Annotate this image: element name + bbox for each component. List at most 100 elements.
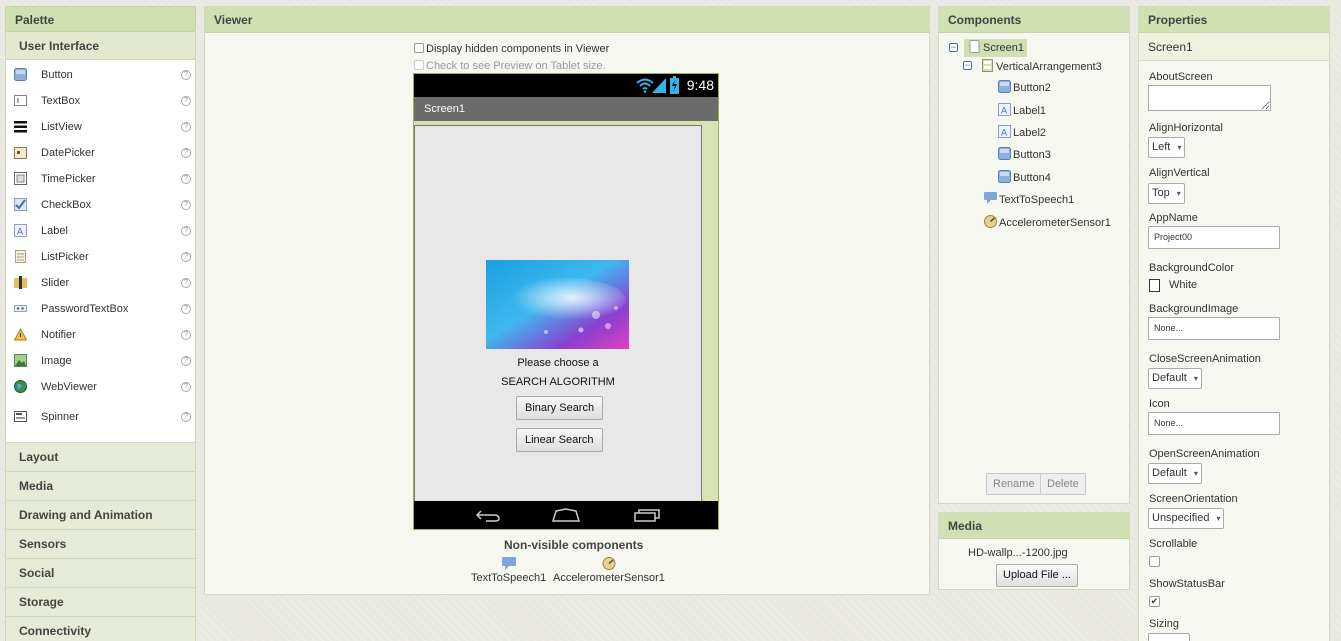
tree-label: Label1 [1013,105,1047,117]
showstatusbar-checkbox[interactable]: ✔ [1149,596,1160,607]
nonvisible-accelerometer[interactable]: AccelerometerSensor1 [553,557,665,584]
display-hidden-checkbox[interactable] [414,43,424,53]
palette-item-listview[interactable]: ListView ? [6,114,195,140]
button-icon [998,170,1011,183]
color-swatch[interactable] [1149,279,1160,292]
prop-label-icon: Icon [1149,398,1170,410]
components-panel: Components − Screen1 − VerticalArrangeme… [938,6,1130,504]
textbox-icon [14,95,27,106]
category-storage[interactable]: Storage [5,588,196,617]
closescreenanimation-select[interactable]: Default [1148,368,1202,389]
prop-label-alignhorizontal: AlignHorizontal [1149,122,1223,134]
help-icon[interactable]: ? [181,252,191,262]
status-time: 9:48 [686,77,714,93]
wallpaper-image[interactable] [486,260,629,349]
help-icon[interactable]: ? [181,174,191,184]
binary-search-button[interactable]: Binary Search [516,396,604,420]
tablet-preview-checkbox[interactable] [414,60,424,70]
category-layout[interactable]: Layout [5,443,196,472]
vertical-arrangement-icon [982,59,993,72]
tree-item-button2[interactable]: Button2 [998,79,1051,97]
help-icon[interactable]: ? [181,200,191,210]
help-icon[interactable]: ? [181,304,191,314]
tree-item-screen1[interactable]: Screen1 [964,39,1027,57]
home-icon [552,508,580,522]
passwordtextbox-icon [14,305,27,312]
tree-label: Button4 [1013,172,1051,184]
help-icon[interactable]: ? [181,122,191,132]
tree-label: Label2 [1013,127,1047,139]
category-connectivity[interactable]: Connectivity [5,617,196,641]
alignhorizontal-select[interactable]: Left [1148,137,1186,158]
display-hidden-label: Display hidden components in Viewer [426,43,610,55]
slider-icon [14,276,27,289]
signal-icon [652,78,666,93]
tree-item-texttospeech1[interactable]: TextToSpeech1 [984,191,1074,209]
tree-item-verticalarrangement3[interactable]: VerticalArrangement3 [981,58,1102,76]
category-sensors[interactable]: Sensors [5,530,196,559]
palette-item-label: TimePicker [41,173,96,185]
openscreenanimation-select[interactable]: Default [1148,463,1202,484]
screenorientation-select[interactable]: Unspecified [1148,508,1225,529]
display-hidden-option[interactable]: Display hidden components in Viewer [414,43,609,55]
screen-canvas[interactable]: Please choose a SEARCH ALGORITHM Binary … [414,125,702,502]
help-icon[interactable]: ? [181,382,191,392]
category-social[interactable]: Social [5,559,196,588]
tablet-preview-option[interactable]: Check to see Preview on Tablet size. [414,60,606,72]
tree-item-button4[interactable]: Button4 [998,169,1051,187]
palette-item-label[interactable]: A Label ? [6,218,195,244]
rename-button[interactable]: Rename [986,473,1042,495]
palette-item-checkbox[interactable]: CheckBox ? [6,192,195,218]
palette-item-label: Slider [41,277,70,289]
help-icon[interactable]: ? [181,278,191,288]
palette-item-image[interactable]: Image ? [6,348,195,374]
properties-title: Properties [1139,7,1329,33]
palette-item-timepicker[interactable]: TimePicker ? [6,166,195,192]
alignvertical-select[interactable]: Top [1148,183,1185,204]
button-icon [14,68,27,81]
help-icon[interactable]: ? [181,226,191,236]
nonvisible-texttospeech[interactable]: TextToSpeech1 [471,557,546,584]
palette-item-datepicker[interactable]: DatePicker ? [6,140,195,166]
prop-label-sizing: Sizing [1149,618,1179,630]
help-icon[interactable]: ? [181,412,191,422]
palette-item-slider[interactable]: Slider ? [6,270,195,296]
media-panel: Media HD-wallp...-1200.jpg Upload File .… [938,512,1130,590]
palette-item-button[interactable]: Button ? [6,62,195,88]
appname-input[interactable]: Project00 [1148,226,1280,249]
sizing-select[interactable] [1148,633,1190,641]
palette-item-passwordtextbox[interactable]: PasswordTextBox ? [6,296,195,322]
media-file[interactable]: HD-wallp...-1200.jpg [968,547,1068,559]
tree-item-button3[interactable]: Button3 [998,146,1051,164]
help-icon[interactable]: ? [181,148,191,158]
tree-item-accelerometersensor1[interactable]: AccelerometerSensor1 [984,214,1111,232]
palette-item-listpicker[interactable]: ListPicker ? [6,244,195,270]
palette-item-textbox[interactable]: TextBox ? [6,88,195,114]
help-icon[interactable]: ? [181,330,191,340]
collapse-screen-toggle[interactable]: − [949,43,958,52]
palette-item-webviewer[interactable]: WebViewer ? [6,374,195,400]
back-icon [476,510,500,522]
phone-status-bar: 9:48 [414,74,718,97]
backgroundcolor-value[interactable]: White [1169,279,1197,291]
palette-item-spinner[interactable]: Spinner ? [6,404,195,430]
delete-button[interactable]: Delete [1040,473,1086,495]
scrollable-checkbox[interactable] [1149,556,1160,567]
help-icon[interactable]: ? [181,356,191,366]
help-icon[interactable]: ? [181,96,191,106]
collapse-arrangement-toggle[interactable]: − [963,61,972,70]
help-icon[interactable]: ? [181,70,191,80]
category-drawing-and-animation[interactable]: Drawing and Animation [5,501,196,530]
accelerometer-icon [984,215,997,228]
aboutscreen-textarea[interactable] [1148,85,1271,111]
prop-label-closescreenanimation: CloseScreenAnimation [1149,353,1261,365]
linear-search-button[interactable]: Linear Search [516,428,603,452]
category-user-interface[interactable]: User Interface [5,32,196,60]
tree-item-label1[interactable]: A Label1 [998,102,1046,120]
icon-input[interactable]: None... [1148,412,1280,435]
tree-item-label2[interactable]: A Label2 [998,124,1046,142]
category-media[interactable]: Media [5,472,196,501]
backgroundimage-input[interactable]: None... [1148,317,1280,340]
upload-file-button[interactable]: Upload File ... [996,564,1078,587]
palette-item-notifier[interactable]: Notifier ? [6,322,195,348]
